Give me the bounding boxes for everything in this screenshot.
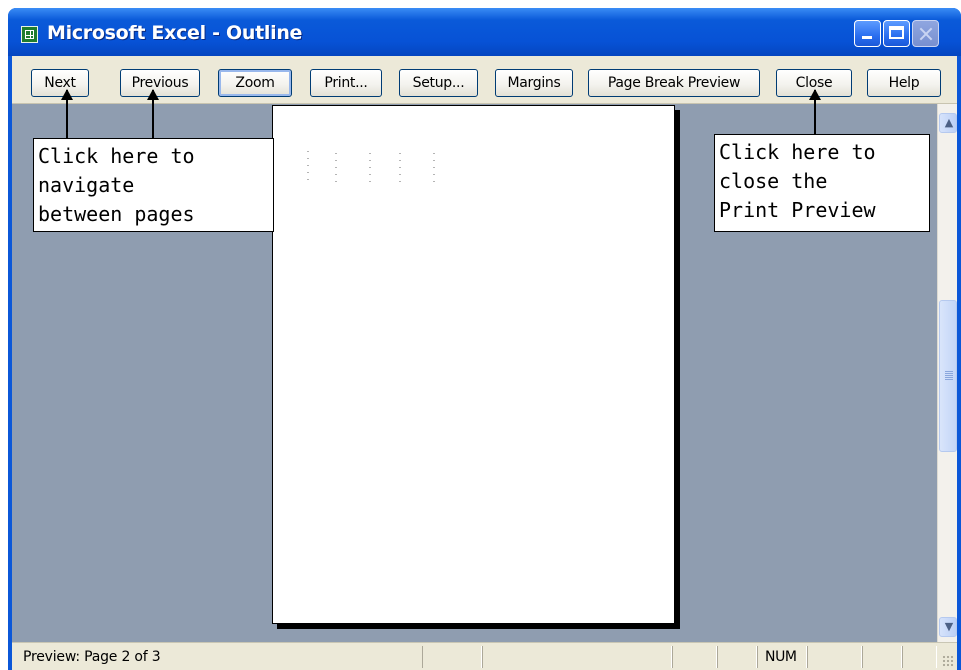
margins-button[interactable]: Margins [495,69,573,97]
chevron-up-icon: ▲ [944,116,954,129]
status-cell [807,646,862,668]
title-bar[interactable]: Microsoft Excel - Outline [8,8,961,56]
close-window-button[interactable] [912,20,939,47]
arrow-to-close [809,89,821,134]
thumbnail-mark [433,160,435,161]
resize-grip-icon[interactable] [942,655,954,667]
status-cell [482,646,672,668]
thumbnail-mark [307,165,309,166]
page-content-thumbnail [305,151,445,191]
minimize-button[interactable] [854,20,881,47]
thumbnail-mark [369,153,371,154]
previous-button[interactable]: Previous [120,69,200,97]
thumbnail-mark [369,181,371,182]
vertical-scrollbar[interactable]: ▲ ▼ [937,104,957,642]
scroll-thumb[interactable] [939,300,957,452]
thumbnail-mark [307,158,309,159]
thumbnail-mark [335,167,337,168]
status-cell [672,646,717,668]
thumbnail-mark [433,181,435,182]
maximize-button[interactable] [883,20,910,47]
chevron-down-icon: ▼ [944,620,954,633]
arrow-to-previous [147,89,159,138]
thumbnail-mark [433,153,435,154]
thumbnail-mark [335,181,337,182]
thumbnail-mark [335,174,337,175]
help-button[interactable]: Help [867,69,941,97]
print-button[interactable]: Print... [310,69,382,97]
next-button[interactable]: Next [31,69,89,97]
status-bar: Preview: Page 2 of 3 NUM [12,642,957,670]
status-cell [422,646,482,668]
thumbnail-mark [399,174,401,175]
excel-icon[interactable] [21,26,38,43]
scroll-up-button[interactable]: ▲ [939,113,957,133]
thumbnail-mark [433,174,435,175]
close-callout: Click here to close the Print Preview [714,134,930,232]
zoom-button[interactable]: Zoom [218,69,292,97]
grip-icon [945,371,953,380]
thumbnail-mark [399,160,401,161]
num-lock-indicator: NUM [765,649,797,665]
navigate-callout: Click here to navigate between pages [33,138,274,232]
thumbnail-mark [307,179,309,180]
status-cell [902,646,937,668]
thumbnail-mark [307,172,309,173]
thumbnail-mark [369,167,371,168]
thumbnail-mark [399,153,401,154]
thumbnail-mark [433,167,435,168]
scroll-down-button[interactable]: ▼ [939,617,957,637]
thumbnail-mark [335,160,337,161]
window-title: Microsoft Excel - Outline [47,22,303,44]
minimize-icon [862,36,872,39]
status-text: Preview: Page 2 of 3 [23,649,161,665]
thumbnail-mark [335,153,337,154]
arrow-to-next [61,89,73,138]
preview-page[interactable] [272,105,675,624]
thumbnail-mark [307,151,309,152]
thumbnail-mark [369,174,371,175]
thumbnail-mark [369,160,371,161]
close-icon [913,21,940,48]
status-cell [862,646,902,668]
thumbnail-mark [399,181,401,182]
page-break-preview-button[interactable]: Page Break Preview [588,69,760,97]
thumbnail-mark [399,167,401,168]
setup-button[interactable]: Setup... [399,69,478,97]
maximize-icon [889,26,904,39]
status-cell [717,646,757,668]
